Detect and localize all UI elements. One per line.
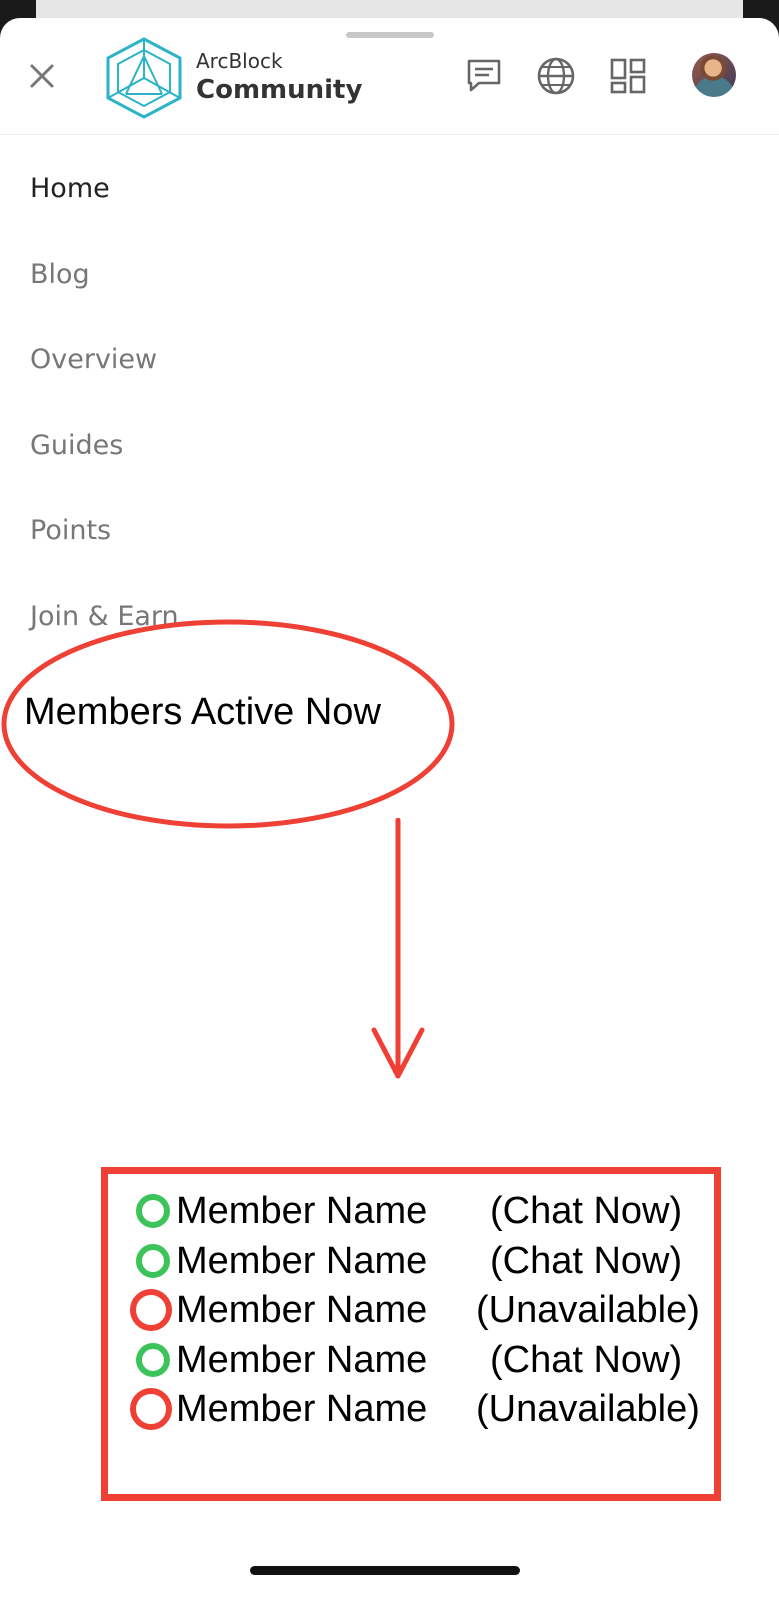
member-name: Member Name: [176, 1387, 428, 1430]
member-name: Member Name: [176, 1288, 428, 1331]
apps-button[interactable]: [608, 56, 648, 96]
members-active-list: Member Name (Chat Now) Member Name (Chat…: [101, 1167, 721, 1501]
member-row[interactable]: Member Name (Chat Now): [130, 1336, 682, 1384]
nav-item-home[interactable]: Home: [30, 173, 110, 204]
globe-icon: [537, 57, 575, 95]
offline-status-icon: [130, 1289, 172, 1331]
close-icon: [30, 64, 54, 88]
chat-button[interactable]: [464, 56, 504, 96]
nav-item-blog[interactable]: Blog: [30, 259, 90, 290]
brand-name-bottom: Community: [196, 75, 363, 105]
member-name: Member Name: [176, 1189, 428, 1232]
member-row[interactable]: Member Name (Unavailable): [130, 1286, 700, 1334]
nav-item-points[interactable]: Points: [30, 515, 111, 546]
header: ArcBlock Community: [0, 18, 779, 135]
member-row[interactable]: Member Name (Chat Now): [130, 1237, 682, 1285]
online-status-icon: [136, 1244, 170, 1278]
navigation-drawer: ArcBlock Community Home Blog Overview Gu…: [0, 18, 779, 1600]
member-row[interactable]: Member Name (Unavailable): [130, 1385, 700, 1433]
nav-item-overview[interactable]: Overview: [30, 344, 157, 375]
avatar[interactable]: [692, 53, 736, 97]
member-row[interactable]: Member Name (Chat Now): [130, 1187, 682, 1235]
online-status-icon: [136, 1343, 170, 1377]
member-name: Member Name: [176, 1239, 428, 1282]
chat-now-link[interactable]: (Chat Now): [476, 1339, 682, 1382]
nav-item-guides[interactable]: Guides: [30, 430, 123, 461]
offline-status-icon: [130, 1388, 172, 1430]
member-name: Member Name: [176, 1338, 428, 1381]
annotation-title: Members Active Now: [24, 691, 381, 733]
language-button[interactable]: [536, 56, 576, 96]
chat-now-link[interactable]: (Chat Now): [476, 1190, 682, 1233]
brand-name-top: ArcBlock: [196, 49, 283, 73]
chat-now-link[interactable]: (Chat Now): [476, 1240, 682, 1283]
close-button[interactable]: [24, 58, 60, 94]
unavailable-label: (Unavailable): [476, 1387, 700, 1430]
unavailable-label: (Unavailable): [476, 1288, 700, 1331]
apps-grid-icon: [610, 58, 646, 94]
online-status-icon: [136, 1194, 170, 1228]
annotation-arrow: [371, 818, 425, 1079]
arcblock-logo[interactable]: [104, 36, 184, 120]
chat-icon: [467, 59, 501, 92]
home-indicator[interactable]: [250, 1566, 520, 1575]
